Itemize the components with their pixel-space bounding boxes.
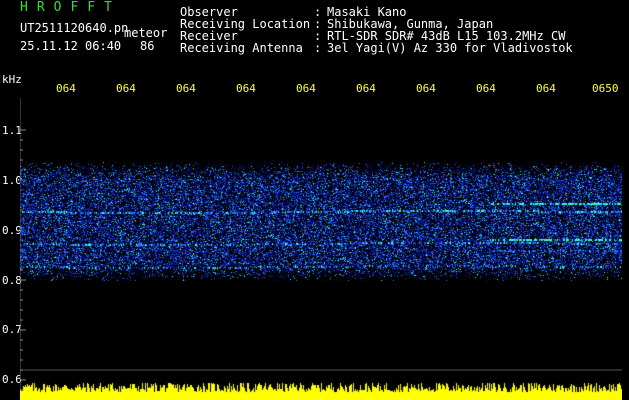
y-tick-0-8: 0.8: [2, 274, 22, 287]
x-tick: 064: [116, 82, 136, 95]
y-tick-0-7: 0.7: [2, 323, 22, 336]
y-tick-0-9: 0.9: [2, 224, 22, 237]
antenna-label: Receiving Antenna: [180, 41, 303, 55]
x-tick: 0650: [592, 82, 619, 95]
meteor-count: 86: [140, 39, 155, 53]
app-title: HROFFT: [20, 0, 121, 15]
y-tick-0-6: 0.6: [2, 373, 22, 386]
antenna-colon: :: [314, 41, 322, 55]
x-tick: 064: [536, 82, 556, 95]
meteor-label: meteor: [124, 26, 168, 40]
filename-label: UT2511120640.pn: [20, 21, 129, 35]
y-tick-1-0: 1.0: [2, 174, 22, 187]
x-tick: 064: [236, 82, 256, 95]
x-tick: 064: [56, 82, 76, 95]
antenna-value: 3el Yagi(V) Az 330 for Vladivostok: [327, 41, 573, 55]
x-tick: 064: [476, 82, 496, 95]
datetime-label: 25.11.12 06:40: [20, 39, 122, 53]
x-tick: 064: [176, 82, 196, 95]
y-tick-1-1: 1.1: [2, 124, 22, 137]
x-tick: 064: [296, 82, 316, 95]
y-axis-unit: kHz: [2, 73, 22, 86]
x-tick: 064: [416, 82, 436, 95]
power-strip: [20, 381, 622, 400]
x-tick: 064: [356, 82, 376, 95]
spectrogram-signal: [20, 161, 622, 281]
